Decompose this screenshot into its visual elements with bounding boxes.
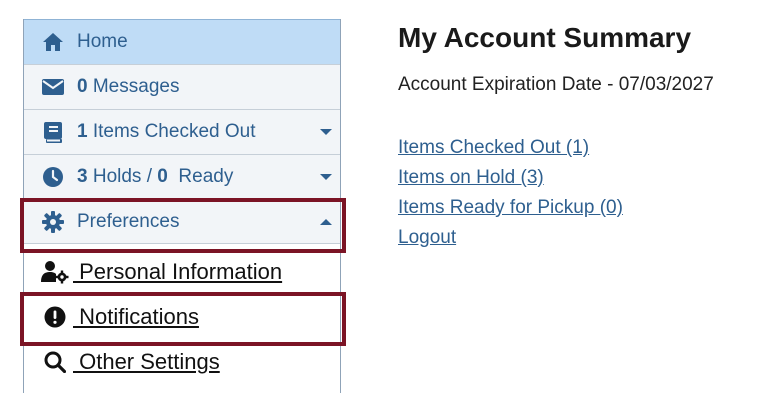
account-links: Items Checked Out (1) Items on Hold (3) … [398,133,623,253]
account-expiration-date: Account Expiration Date - 07/03/2027 [398,74,714,95]
messages-count: 0 [77,76,88,97]
checked-out-count: 1 [77,121,88,142]
sidebar-subitem-notifications[interactable]: Notifications [24,294,340,339]
sidebar-item-messages[interactable]: 0 Messages [24,64,340,109]
chevron-down-icon[interactable] [320,129,332,135]
logout-link[interactable]: Logout [398,223,623,253]
sidebar-item-label: Preferences [77,210,180,232]
account-summary: My Account Summary [398,22,691,54]
chevron-up-icon[interactable] [320,218,332,225]
sidebar-item-label: 1 Items Checked Out [77,121,320,143]
home-icon [41,30,65,54]
link-items-on-hold[interactable]: Items on Hold (3) [398,163,623,193]
sidebar-item-checked-out[interactable]: 1 Items Checked Out [24,109,340,154]
sidebar-item-holds[interactable]: 3 Holds / 0 Ready [24,154,340,199]
messages-label: Messages [92,76,180,97]
sidebar-subitem-label: Other Settings [73,348,220,374]
sidebar-item-label: 3 Holds / 0 Ready [77,166,320,188]
exclamation-circle-icon [41,303,69,331]
link-items-ready-for-pickup[interactable]: Items Ready for Pickup (0) [398,193,623,223]
holds-mid: Holds / [92,166,152,187]
sidebar-subitem-personal-information[interactable]: Personal Information [24,249,340,294]
page-title: My Account Summary [398,22,692,53]
sidebar-item-label: 0 Messages [77,76,340,98]
sidebar-item-label: Home [77,31,128,52]
search-icon [41,348,69,376]
envelope-icon [41,75,65,99]
holds-ready-label: Ready [178,166,234,187]
link-items-checked-out[interactable]: Items Checked Out (1) [398,133,623,163]
sidebar-subitem-label: Notifications [73,303,199,329]
sidebar-subitem-label: Personal Information [73,258,283,284]
sidebar-subitem-other-settings[interactable]: Other Settings [24,339,340,384]
holds-count: 3 [77,166,88,187]
account-sidebar: Home 0 Messages 1 Items Checked Out 3 Ho… [23,19,341,393]
chevron-down-icon[interactable] [320,174,332,180]
clock-icon [41,165,65,189]
holds-ready-count: 0 [157,166,168,187]
gear-icon [41,210,65,234]
checked-out-label: Items Checked Out [92,121,256,142]
user-gear-icon [41,258,69,286]
sidebar-item-preferences[interactable]: Preferences [24,199,340,244]
book-icon [41,120,65,144]
sidebar-item-home[interactable]: Home [24,19,340,64]
